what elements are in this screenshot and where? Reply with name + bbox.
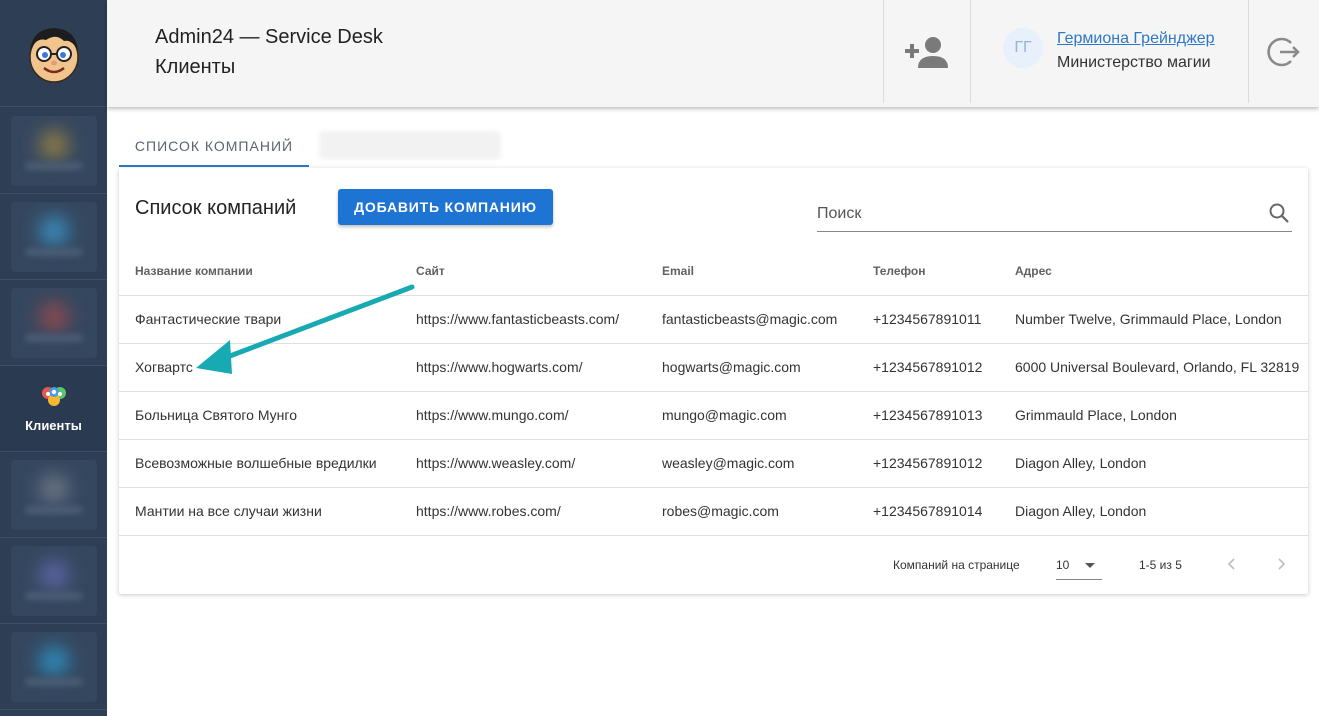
- company-address-cell: Number Twelve, Grimmauld Place, London: [999, 295, 1308, 344]
- sidebar-item-blurred-3[interactable]: [0, 280, 107, 366]
- chevron-left-icon: [1227, 558, 1235, 570]
- top-header: Admin24 — Service Desk Клиенты ГГ Гермио…: [107, 0, 1319, 107]
- company-name-cell: Больница Святого Мунго: [119, 391, 400, 440]
- company-phone-cell: +1234567891012: [857, 439, 999, 488]
- clients-icon: [41, 387, 66, 406]
- sidebar-item-label: Клиенты: [25, 418, 82, 433]
- logout-button[interactable]: [1249, 0, 1319, 103]
- rows-per-page-select[interactable]: 10: [1056, 550, 1102, 580]
- app-title: Admin24 — Service Desk: [155, 26, 383, 48]
- next-page-button[interactable]: [1269, 552, 1293, 576]
- page-title: Клиенты: [155, 56, 236, 78]
- company-site-cell: https://www.robes.com/: [400, 487, 646, 536]
- company-email-cell: robes@magic.com: [646, 487, 857, 536]
- pagination-range: 1-5 из 5: [1139, 558, 1182, 572]
- sidebar-item-blurred-6[interactable]: [0, 624, 107, 710]
- company-site-cell: https://www.hogwarts.com/: [400, 343, 646, 392]
- blurred-placeholder: [10, 459, 97, 530]
- previous-page-button[interactable]: [1220, 552, 1244, 576]
- sidebar-item-blurred-5[interactable]: [0, 538, 107, 624]
- table-row[interactable]: Фантастические твари https://www.fantast…: [119, 295, 1308, 344]
- column-header[interactable]: Сайт: [400, 247, 646, 296]
- column-header[interactable]: Телефон: [857, 247, 999, 296]
- company-address-cell: Grimmauld Place, London: [999, 391, 1308, 440]
- company-address-cell: 6000 Universal Boulevard, Orlando, FL 32…: [999, 343, 1308, 392]
- blurred-placeholder: [10, 287, 97, 358]
- company-phone-cell: +1234567891014: [857, 487, 999, 536]
- company-email-cell: mungo@magic.com: [646, 391, 857, 440]
- company-phone-cell: +1234567891012: [857, 343, 999, 392]
- search-input[interactable]: [817, 202, 1257, 226]
- company-name-cell: Хогвартс: [119, 343, 400, 392]
- avatar[interactable]: ГГ: [1003, 28, 1043, 68]
- add-company-button[interactable]: ДОБАВИТЬ КОМПАНИЮ: [338, 189, 553, 225]
- column-header[interactable]: Название компании: [119, 247, 400, 296]
- card-title: Список компаний: [135, 197, 297, 219]
- table-row[interactable]: Больница Святого Мунго https://www.mungo…: [119, 391, 1308, 440]
- table-row[interactable]: Всевозможные волшебные вредилки https://…: [119, 439, 1308, 488]
- logo-avatar-icon: [28, 28, 79, 83]
- table-pagination: Компаний на странице 10 1-5 из 5: [119, 540, 1308, 590]
- chevron-right-icon: [1278, 558, 1286, 570]
- blurred-placeholder: [10, 631, 97, 702]
- column-header[interactable]: Адрес: [999, 247, 1308, 296]
- table-row[interactable]: Хогвартс https://www.hogwarts.com/ hogwa…: [119, 343, 1308, 392]
- tab-blurred[interactable]: [319, 131, 501, 159]
- table-row[interactable]: Мантии на все случаи жизни https://www.r…: [119, 487, 1308, 536]
- company-phone-cell: +1234567891013: [857, 391, 999, 440]
- company-address-cell: Diagon Alley, London: [999, 439, 1308, 488]
- company-name-cell: Фантастические твари: [119, 295, 400, 344]
- sidebar-item-clients[interactable]: Клиенты: [0, 366, 107, 452]
- add-user-button[interactable]: [884, 0, 970, 103]
- user-profile: ГГ Гермиона Грейнджер Министерство магии: [971, 0, 1247, 103]
- company-address-cell: Diagon Alley, London: [999, 487, 1308, 536]
- user-organization: Министерство магии: [1057, 54, 1211, 71]
- user-name-link[interactable]: Гермиона Грейнджер: [1057, 30, 1215, 48]
- company-site-cell: https://www.mungo.com/: [400, 391, 646, 440]
- sidebar-item-blurred-1[interactable]: [0, 108, 107, 194]
- rows-per-page-label: Компаний на странице: [893, 558, 1020, 572]
- table-header-row: Название компании Сайт Email Телефон Адр…: [119, 247, 1308, 296]
- company-site-cell: https://www.weasley.com/: [400, 439, 646, 488]
- dropdown-arrow-icon: [1085, 563, 1095, 568]
- blurred-placeholder: [10, 115, 97, 186]
- logout-icon: [1267, 37, 1300, 66]
- blurred-placeholder: [10, 545, 97, 616]
- add-user-icon: [905, 36, 948, 68]
- company-phone-cell: +1234567891011: [857, 295, 999, 344]
- company-name-cell: Всевозможные волшебные вредилки: [119, 439, 400, 488]
- tab-company-list[interactable]: СПИСОК КОМПАНИЙ: [119, 127, 309, 167]
- company-email-cell: fantasticbeasts@magic.com: [646, 295, 857, 344]
- companies-card: Список компаний ДОБАВИТЬ КОМПАНИЮ Назван…: [119, 168, 1308, 594]
- company-email-cell: weasley@magic.com: [646, 439, 857, 488]
- sidebar-item-blurred-4[interactable]: [0, 452, 107, 538]
- rows-per-page-value: 10: [1056, 558, 1070, 572]
- search-field: [817, 198, 1292, 232]
- company-email-cell: hogwarts@magic.com: [646, 343, 857, 392]
- company-site-cell: https://www.fantasticbeasts.com/: [400, 295, 646, 344]
- sidebar-item-blurred-2[interactable]: [0, 194, 107, 280]
- company-name-cell: Мантии на все случаи жизни: [119, 487, 400, 536]
- companies-table: Название компании Сайт Email Телефон Адр…: [119, 247, 1308, 536]
- sidebar: Клиенты: [0, 0, 107, 716]
- blurred-placeholder: [10, 201, 97, 272]
- search-icon[interactable]: [1268, 202, 1290, 224]
- app-logo[interactable]: [0, 0, 107, 107]
- column-header[interactable]: Email: [646, 247, 857, 296]
